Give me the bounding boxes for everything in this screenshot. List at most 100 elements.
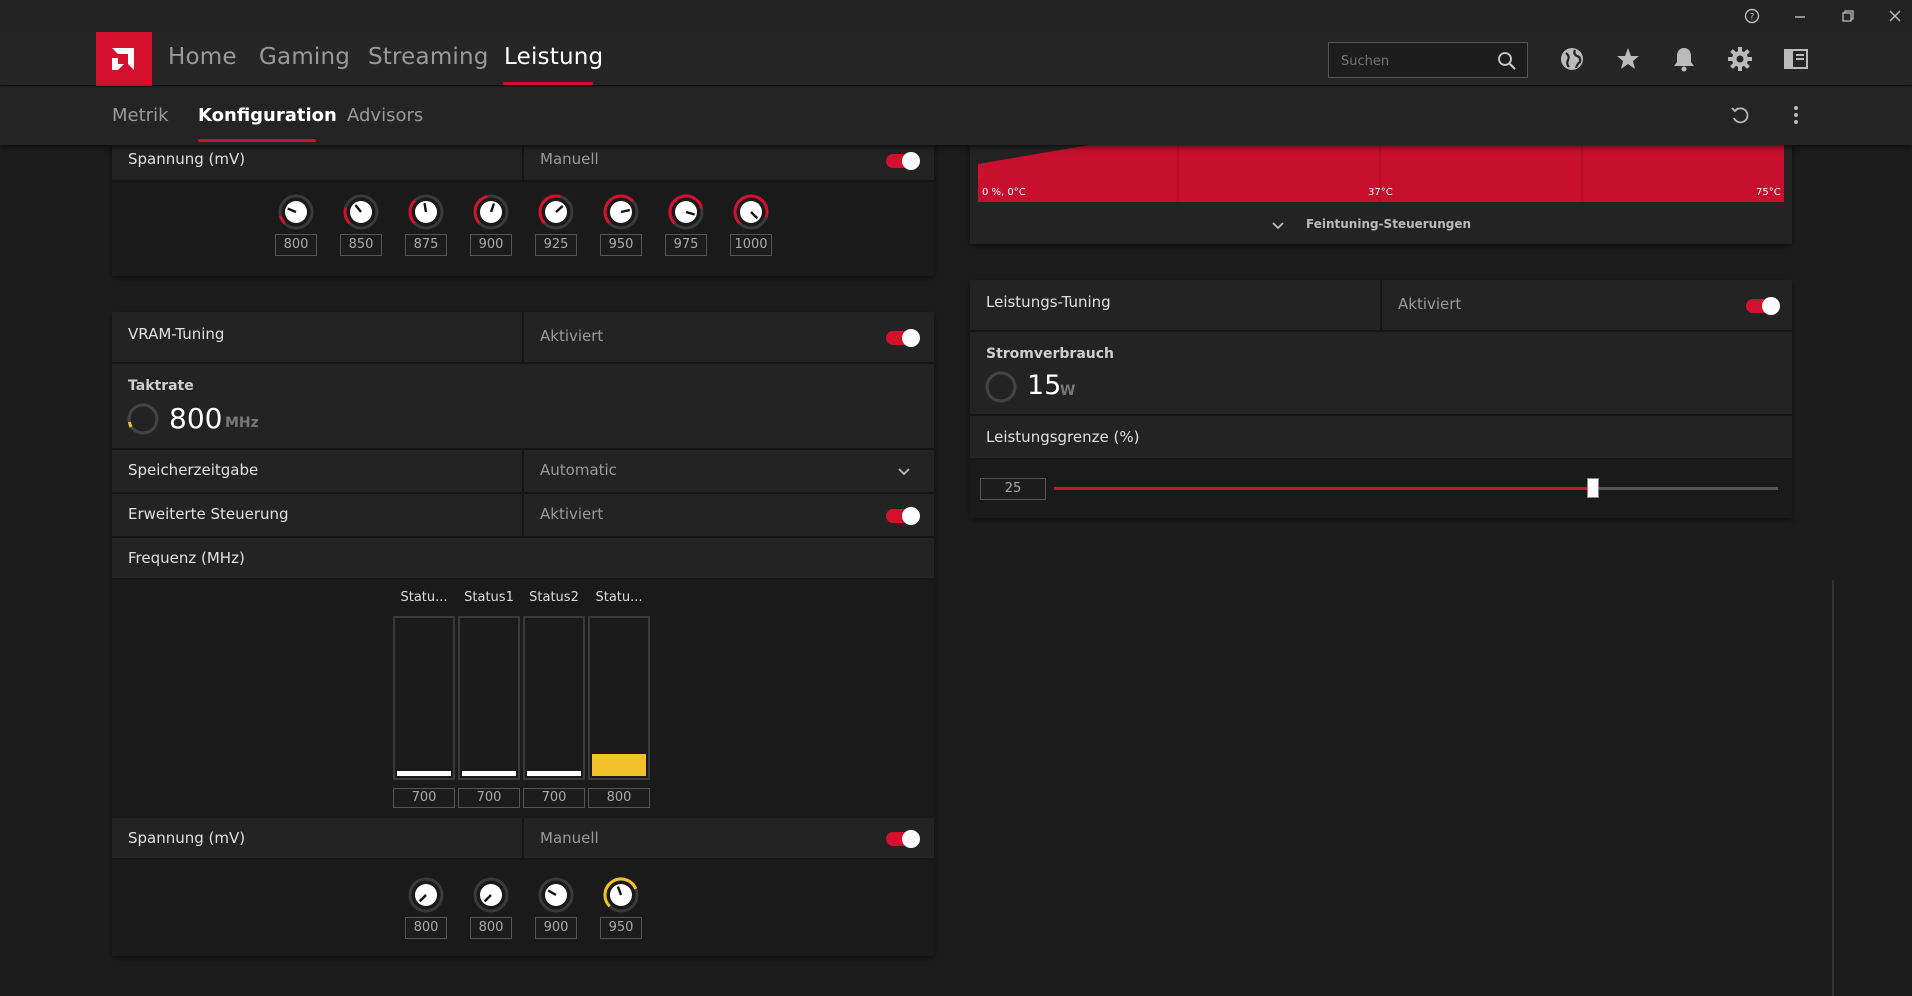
gpu-voltage-value[interactable]: 850 [340, 234, 382, 256]
active-tab-indicator [503, 82, 593, 85]
chevron-down-icon[interactable] [1270, 218, 1286, 234]
main-navigation: Home Gaming Streaming Leistung [0, 32, 1912, 86]
chevron-down-icon[interactable] [896, 464, 912, 480]
state-value[interactable]: 700 [393, 788, 455, 808]
state-value[interactable]: 700 [523, 788, 585, 808]
state-bar[interactable] [458, 616, 520, 780]
gpu-voltage-value[interactable]: 1000 [730, 234, 772, 256]
power-limit-track[interactable] [1054, 478, 1778, 498]
gpu-voltage-value[interactable]: 875 [405, 234, 447, 256]
state-value[interactable]: 700 [458, 788, 520, 808]
state-label: Status1 [464, 590, 514, 605]
help-icon[interactable]: ? [1739, 4, 1765, 28]
state-value[interactable]: 800 [588, 788, 650, 808]
fan-x-end: 75°C [1756, 187, 1781, 198]
state-bar[interactable] [393, 616, 455, 780]
vram-voltage-value[interactable]: 900 [535, 917, 577, 939]
gpu-voltage-value[interactable]: 900 [470, 234, 512, 256]
search-icon[interactable] [1497, 51, 1517, 71]
vram-clock-row: Taktrate 800 MHz [112, 364, 934, 450]
frequency-states: Statu... 700 Status1 700 Status2 700 Statu... 8… [112, 580, 934, 808]
power-toggle[interactable] [1746, 297, 1780, 315]
gpu-voltage-row: Spannung (mV) Manuell [112, 140, 934, 182]
frequency-row: Frequenz (MHz) [112, 538, 934, 580]
svg-text:?: ? [1750, 13, 1755, 23]
vram-header-row: VRAM-Tuning Aktiviert [112, 312, 934, 364]
nav-tab-leistung[interactable]: Leistung [504, 44, 603, 70]
power-limit-slider-thumb[interactable] [1587, 478, 1599, 498]
vram-tuning-panel: VRAM-Tuning Aktiviert Taktrate 800 MHz S… [112, 312, 934, 956]
gpu-voltage-value[interactable]: 800 [275, 234, 317, 256]
vram-voltage-value[interactable]: 800 [470, 917, 512, 939]
gpu-voltage-value[interactable]: 975 [665, 234, 707, 256]
finetune-controls-toggle[interactable]: Feintuning-Steuerungen [1306, 217, 1471, 231]
nav-tab-home[interactable]: Home [168, 44, 237, 70]
nav-tab-streaming[interactable]: Streaming [368, 44, 489, 70]
power-tuning-panel: Leistungs-Tuning Aktiviert Stromverbrauc… [970, 280, 1792, 518]
advanced-control-toggle[interactable] [886, 507, 920, 525]
nav-tab-gaming[interactable]: Gaming [259, 44, 350, 70]
more-options-icon[interactable] [1784, 103, 1808, 127]
memory-timing-row: Speicherzeitgabe Automatic [112, 450, 934, 494]
subtab-metrik[interactable]: Metrik [112, 105, 169, 126]
vram-voltage-knob[interactable] [536, 875, 576, 915]
vram-voltage-value[interactable]: 950 [600, 917, 642, 939]
title-bar: ? [0, 0, 1912, 32]
gpu-voltage-knob[interactable] [731, 192, 771, 232]
advanced-control-label: Erweiterte Steuerung [128, 505, 289, 523]
amd-logo[interactable] [96, 32, 152, 86]
vram-voltage-row: Spannung (mV) Manuell [112, 818, 934, 860]
restore-icon[interactable] [1835, 4, 1861, 28]
gpu-voltage-knob[interactable] [666, 192, 706, 232]
advanced-control-row: Erweiterte Steuerung Aktiviert [112, 494, 934, 538]
subtab-advisors[interactable]: Advisors [347, 105, 423, 126]
fan-x-mid: 37°C [1368, 187, 1393, 198]
power-limit-fill [1054, 487, 1593, 490]
scrollbar[interactable] [1832, 580, 1834, 996]
vram-voltage-knob[interactable] [406, 875, 446, 915]
gpu-voltage-value[interactable]: 925 [535, 234, 577, 256]
sidebar-toggle-icon[interactable] [1781, 44, 1811, 74]
search-input[interactable] [1341, 51, 1491, 71]
gpu-voltage-knob[interactable] [276, 192, 316, 232]
advanced-control-status: Aktiviert [540, 505, 604, 523]
search-box[interactable] [1328, 42, 1528, 78]
power-header-row: Leistungs-Tuning Aktiviert [970, 280, 1792, 332]
gpu-voltage-knob[interactable] [536, 192, 576, 232]
state-bar[interactable] [588, 616, 650, 780]
close-icon[interactable] [1882, 4, 1908, 28]
state-bar-fill [592, 754, 646, 776]
minimize-icon[interactable] [1787, 4, 1813, 28]
gpu-voltage-knob[interactable] [406, 192, 446, 232]
clock-label: Taktrate [128, 378, 194, 394]
power-limit-input[interactable]: 25 [980, 478, 1046, 500]
reset-icon[interactable] [1728, 103, 1752, 127]
subtab-konfiguration[interactable]: Konfiguration [198, 105, 337, 126]
vram-voltage-knob[interactable] [601, 875, 641, 915]
vram-voltage-toggle[interactable] [886, 830, 920, 848]
globe-icon[interactable] [1557, 44, 1587, 74]
state-bar[interactable] [523, 616, 585, 780]
power-limit-label: Leistungsgrenze (%) [986, 428, 1140, 446]
state-label: Statu... [400, 590, 448, 605]
memory-timing-label: Speicherzeitgabe [128, 461, 259, 479]
vram-voltage-knob[interactable] [471, 875, 511, 915]
frequency-label: Frequenz (MHz) [128, 549, 245, 567]
star-icon[interactable] [1613, 44, 1643, 74]
state-label: Statu... [595, 590, 643, 605]
gpu-voltage-label: Spannung (mV) [128, 150, 246, 168]
gpu-voltage-knob[interactable] [601, 192, 641, 232]
consumption-label: Stromverbrauch [986, 346, 1115, 362]
gpu-voltage-knob[interactable] [471, 192, 511, 232]
power-title: Leistungs-Tuning [986, 293, 1111, 311]
memory-timing-select[interactable]: Automatic [540, 461, 617, 479]
gpu-voltage-toggle[interactable] [886, 152, 920, 170]
vram-title: VRAM-Tuning [128, 325, 225, 343]
gpu-voltage-value[interactable]: 950 [600, 234, 642, 256]
vram-toggle[interactable] [886, 329, 920, 347]
bell-icon[interactable] [1669, 44, 1699, 74]
gear-icon[interactable] [1725, 44, 1755, 74]
sub-navigation: Metrik Konfiguration Advisors [0, 87, 1912, 145]
vram-voltage-value[interactable]: 800 [405, 917, 447, 939]
gpu-voltage-knob[interactable] [341, 192, 381, 232]
